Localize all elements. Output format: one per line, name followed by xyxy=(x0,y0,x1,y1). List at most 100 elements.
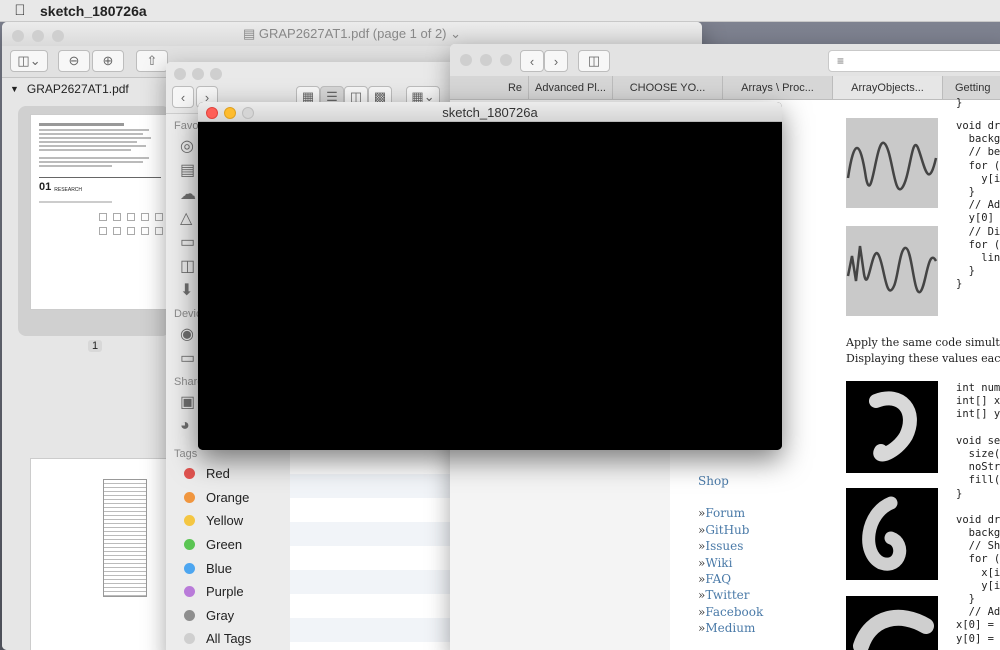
title-chevron-icon[interactable]: ⌄ xyxy=(450,26,461,41)
address-bar[interactable]: ≡ xyxy=(828,50,1000,72)
sidebar-icon: ◫⌄ xyxy=(17,53,41,68)
chevron-left-icon: ‹ xyxy=(529,53,535,69)
tag-color-icon xyxy=(184,515,195,527)
tag-item-purple[interactable]: Purple xyxy=(166,580,290,604)
code-line: // Dis xyxy=(968,225,1000,238)
code-line: backgr xyxy=(968,527,1000,540)
tag-color-icon xyxy=(184,633,195,645)
tag-item-red[interactable]: Red xyxy=(166,462,290,486)
tag-item-yellow[interactable]: Yellow xyxy=(166,509,290,533)
code-line: size(2 xyxy=(968,447,1000,460)
nav-link-forum[interactable]: »Forum xyxy=(698,506,763,522)
code-line: backgr xyxy=(968,133,1000,146)
tab-4[interactable]: Arrays \ Proc... xyxy=(722,76,832,99)
tag-label: Red xyxy=(206,466,230,482)
paragraph-line: Displaying these values each xyxy=(846,352,1000,365)
tab-5[interactable]: ArrayObjects... xyxy=(832,76,942,99)
thumbnail-sidebar-header[interactable]: ▼ GRAP2627AT1.pdf xyxy=(2,78,169,100)
code-line: int num xyxy=(956,382,1000,394)
thumbnail-sidebar: ▼ GRAP2627AT1.pdf 01 RESEARCH 1 xyxy=(2,78,170,650)
blob-image-2 xyxy=(846,488,938,580)
chevron-left-icon: ‹ xyxy=(180,89,186,105)
sketch-window: sketch_180726a xyxy=(198,102,782,450)
close-button[interactable] xyxy=(174,68,186,80)
page-thumbnail-2[interactable] xyxy=(30,458,170,650)
tag-color-icon xyxy=(184,609,195,621)
code-line: // Add xyxy=(968,606,1000,619)
forward-button[interactable]: › xyxy=(544,50,568,72)
paragraph-line: Apply the same code simultan xyxy=(846,336,1000,349)
tag-label: Green xyxy=(206,537,243,553)
zoom-in-button[interactable]: ⊕ xyxy=(92,50,124,72)
zoom-button[interactable] xyxy=(500,54,512,66)
code-line: } xyxy=(956,97,963,109)
nav-link-faq[interactable]: »FAQ xyxy=(698,572,763,588)
code-line: void dra xyxy=(956,120,1000,132)
zoom-button[interactable] xyxy=(210,68,222,80)
tag-item-green[interactable]: Green xyxy=(166,533,290,557)
tab-3[interactable]: CHOOSE YO... xyxy=(612,76,722,99)
blob-graphic xyxy=(862,496,907,571)
minimize-button[interactable] xyxy=(480,54,492,66)
tag-color-icon xyxy=(184,562,195,574)
share-button[interactable]: ⇧ xyxy=(136,50,168,72)
tag-list: Red Orange Yellow Green Blue Purple Gray All Ta… xyxy=(166,462,290,650)
code-line: int[] x xyxy=(956,395,1000,408)
nav-link-medium[interactable]: »Medium xyxy=(698,621,763,637)
sidebar-icon: ◫ xyxy=(587,53,601,68)
sketch-canvas[interactable] xyxy=(198,122,782,450)
code-line: void set xyxy=(956,434,1000,447)
tab-bar: Re Advanced Pl... CHOOSE YO... Arrays \ … xyxy=(450,76,1000,100)
back-button[interactable]: ‹ xyxy=(172,86,194,108)
nav-link-twitter[interactable]: »Twitter xyxy=(698,588,763,604)
code-block-1: void dra backgr // beg for (i y[i] } // … xyxy=(956,120,1000,291)
code-line: } xyxy=(956,593,975,605)
nav-link-shop[interactable]: Shop xyxy=(698,474,763,490)
pdf-doc-icon: ▤ xyxy=(242,26,256,41)
wave-image-2 xyxy=(846,226,938,316)
apple-logo-icon[interactable]:  xyxy=(0,2,40,19)
tab-6[interactable]: Getting xyxy=(942,76,1000,99)
code-line: y[i] xyxy=(981,579,1000,592)
preview-title: ▤ GRAP2627AT1.pdf (page 1 of 2) ⌄ xyxy=(242,26,462,41)
code-line: int[] y xyxy=(956,408,1000,421)
sidebar-toggle-button[interactable]: ◫⌄ xyxy=(10,50,48,72)
paragraph: Apply the same code simultan Displaying t… xyxy=(846,335,1000,367)
code-line: // Add xyxy=(968,199,1000,212)
tag-item-orange[interactable]: Orange xyxy=(166,486,290,510)
document-name: GRAP2627AT1.pdf xyxy=(26,82,129,96)
code-block-2: int numint[] xint[] y void set size(2 noS… xyxy=(956,382,1000,646)
zoom-in-icon: ⊕ xyxy=(102,53,114,68)
nav-link-facebook[interactable]: »Facebook xyxy=(698,605,763,621)
tab-2[interactable]: Advanced Pl... xyxy=(528,76,612,99)
app-menu-name[interactable]: sketch_180726a xyxy=(40,3,147,19)
zoom-out-button[interactable]: ⊖ xyxy=(58,50,90,72)
tab-1[interactable]: Re xyxy=(450,76,528,99)
close-button[interactable] xyxy=(460,54,472,66)
code-line: for (i xyxy=(968,553,1000,566)
sidebar-toggle-button[interactable]: ◫ xyxy=(578,50,610,72)
back-button[interactable]: ‹ xyxy=(520,50,544,72)
code-line: fill(2 xyxy=(968,474,1000,487)
preview-titlebar: ▤ GRAP2627AT1.pdf (page 1 of 2) ⌄ xyxy=(2,22,702,46)
minimize-button[interactable] xyxy=(192,68,204,80)
page-content: } void dra backgr // beg for (i y[i] } /… xyxy=(846,97,1000,650)
disclosure-triangle-icon[interactable]: ▼ xyxy=(10,84,19,94)
nav-link-issues[interactable]: »Issues xyxy=(698,539,763,555)
code-line: // Shi xyxy=(968,540,1000,553)
tag-label: Orange xyxy=(206,489,250,505)
tag-item-blue[interactable]: Blue xyxy=(166,556,290,580)
nav-link-github[interactable]: »GitHub xyxy=(698,523,763,539)
finder-titlebar xyxy=(166,62,456,84)
code-line: for (i xyxy=(968,238,1000,251)
tag-item-gray[interactable]: Gray xyxy=(166,604,290,628)
tag-item-all-tags[interactable]: All Tags xyxy=(166,627,290,650)
blob-image-3 xyxy=(846,596,938,650)
blob-image-1 xyxy=(846,381,938,473)
chevron-right-icon: › xyxy=(553,53,559,69)
reader-icon[interactable]: ≡ xyxy=(837,54,844,68)
code-line: } xyxy=(956,185,975,198)
nav-link-wiki[interactable]: »Wiki xyxy=(698,556,763,572)
page-thumbnail-1[interactable]: 01 RESEARCH xyxy=(30,114,170,310)
